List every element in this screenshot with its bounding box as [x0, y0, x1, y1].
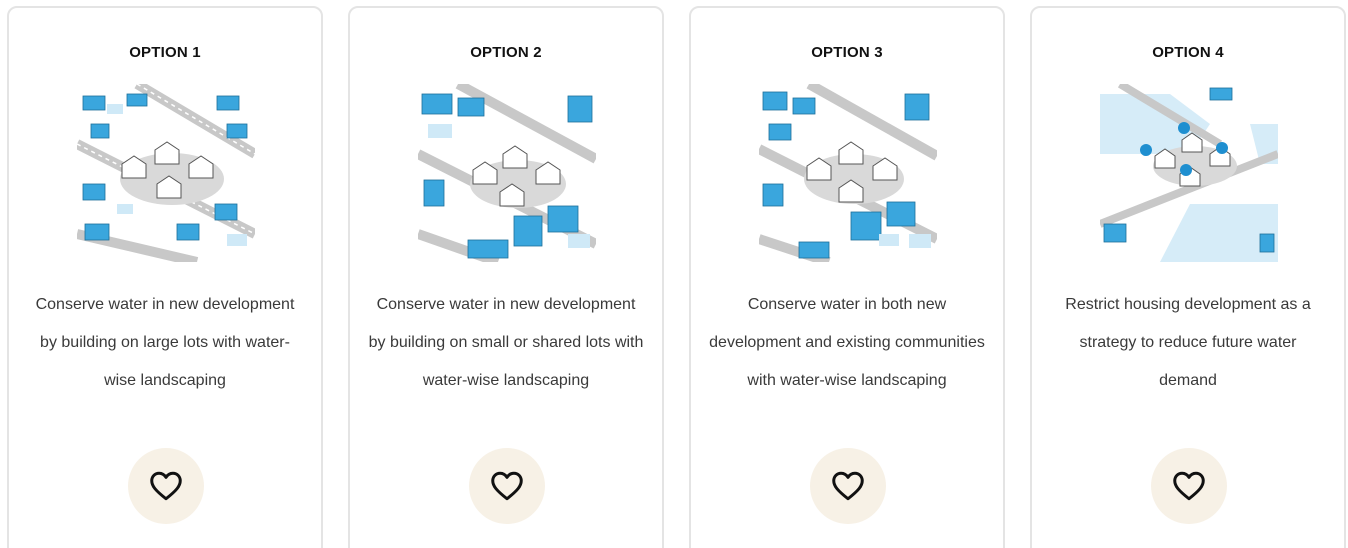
- favorite-button[interactable]: [1151, 448, 1227, 524]
- option-card-2: OPTION 2 Conserve water in new developme…: [348, 6, 664, 548]
- option-description: Conserve water in new development by bui…: [35, 296, 295, 389]
- heart-icon: [150, 471, 182, 501]
- favorite-button[interactable]: [128, 448, 204, 524]
- option-description: Conserve water in new development by bui…: [368, 296, 644, 389]
- option-description: Conserve water in both new development a…: [709, 296, 985, 389]
- heart-icon: [832, 471, 864, 501]
- option-card-1: OPTION 1 Conserve water in new developme…: [7, 6, 323, 548]
- option-card-3: OPTION 3 Conserve water in both new deve…: [689, 6, 1005, 548]
- heart-icon: [1173, 471, 1205, 501]
- option-card-4: OPTION 4 Restrict housing development as…: [1030, 6, 1346, 548]
- mixed-communities-illustration: [759, 84, 937, 262]
- option-title: OPTION 2: [470, 44, 542, 61]
- options-row: OPTION 1 Conserve water in new developme…: [0, 0, 1348, 548]
- option-description: Restrict housing development as a strate…: [1065, 296, 1311, 389]
- suburban-small-lots-illustration: [418, 84, 596, 262]
- favorite-button[interactable]: [810, 448, 886, 524]
- heart-icon: [491, 471, 523, 501]
- favorite-button[interactable]: [469, 448, 545, 524]
- option-title: OPTION 4: [1152, 44, 1224, 61]
- restricted-development-illustration: [1100, 84, 1278, 262]
- option-title: OPTION 3: [811, 44, 883, 61]
- option-title: OPTION 1: [129, 44, 201, 61]
- suburban-large-lots-illustration: [77, 84, 255, 262]
